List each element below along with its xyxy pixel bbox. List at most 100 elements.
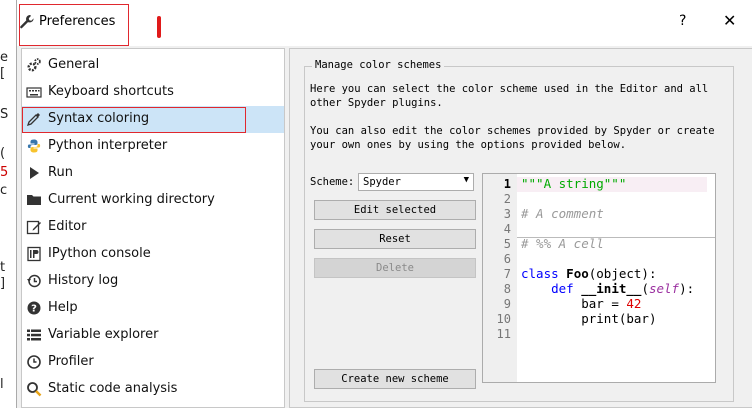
background-text: c: [0, 183, 8, 198]
search-icon: [27, 382, 42, 397]
background-text: t: [0, 260, 6, 275]
line-number: 1: [503, 177, 511, 191]
settings-panel: Manage color schemes Here you can select…: [289, 48, 752, 408]
help-button[interactable]: ?: [679, 13, 686, 29]
sidebar-item-label: Current working directory: [48, 192, 215, 207]
sidebar-item-label: History log: [48, 273, 119, 288]
code-text: (: [641, 281, 649, 296]
description-line: You can also edit the color schemes prov…: [310, 125, 715, 137]
sidebar-item-keyboard-shortcuts[interactable]: Keyboard shortcuts: [22, 79, 284, 106]
play-icon: [30, 167, 39, 179]
background-text: 5: [0, 165, 9, 180]
scheme-label: Scheme:: [310, 176, 355, 188]
annotation-box: [22, 107, 246, 133]
code-line: bar = 42: [521, 296, 641, 311]
create-new-scheme-button[interactable]: Create new scheme: [314, 369, 476, 389]
ipython-icon: [27, 246, 41, 262]
line-number: 11: [496, 327, 511, 341]
close-button[interactable]: ✕: [723, 11, 736, 30]
background-text: S: [0, 107, 9, 122]
annotation-mark-1: [157, 16, 161, 38]
sidebar-item-history-log[interactable]: History log: [22, 268, 284, 295]
background-text: ]: [0, 276, 6, 291]
code-class-name: Foo: [566, 266, 589, 281]
line-number: 8: [503, 282, 511, 296]
code-string: """A string""": [521, 176, 627, 191]
code-comment: # A comment: [521, 206, 604, 221]
sidebar-item-label: Static code analysis: [48, 381, 178, 396]
code-self: self: [648, 281, 680, 296]
background-text: e: [0, 50, 8, 65]
sidebar-item-current-working-directory[interactable]: Current working directory: [22, 187, 284, 214]
delete-button[interactable]: Delete: [314, 258, 476, 278]
group-title: Manage color schemes: [312, 59, 445, 71]
sidebar-item-label: Keyboard shortcuts: [48, 84, 174, 99]
svg-text:?: ?: [31, 304, 37, 315]
code-text: bar =: [581, 296, 627, 311]
history-icon: [27, 274, 41, 288]
gear-icon: [27, 58, 41, 72]
sidebar-item-general[interactable]: General: [22, 52, 284, 79]
preferences-dialog: Preferences ? ✕ General Keyboard shortcu…: [16, 0, 752, 408]
code-comment: # %% A cell: [521, 236, 604, 251]
chevron-down-icon: ▼: [463, 175, 469, 185]
sidebar-item-label: Run: [48, 165, 73, 180]
code-line: class Foo(object):: [521, 266, 656, 281]
sidebar-item-run[interactable]: Run: [22, 160, 284, 187]
code-keyword: def: [551, 281, 574, 296]
python-icon: [27, 139, 41, 153]
edit-selected-button[interactable]: Edit selected: [314, 200, 476, 220]
scheme-select[interactable]: Spyder ▼: [358, 173, 474, 191]
description-line: your own ones by using the options provi…: [310, 139, 627, 151]
code-line: # A comment: [521, 206, 604, 221]
background-text: [: [0, 66, 6, 81]
line-number: 5: [503, 237, 511, 251]
background-text: (: [0, 146, 6, 161]
sidebar-item-variable-explorer[interactable]: Variable explorer: [22, 322, 284, 349]
sidebar-item-label: Variable explorer: [48, 327, 159, 342]
scheme-select-value: Spyder: [363, 176, 401, 188]
code-text: (object):: [588, 266, 657, 281]
line-number: 7: [503, 267, 511, 281]
sidebar-item-python-interpreter[interactable]: Python interpreter: [22, 133, 284, 160]
sidebar-item-editor[interactable]: Editor: [22, 214, 284, 241]
sidebar-item-help[interactable]: ? Help: [22, 295, 284, 322]
line-number: 2: [503, 192, 511, 206]
line-number: 9: [503, 297, 511, 311]
code-text: print(bar): [581, 311, 657, 326]
line-number: 6: [503, 252, 511, 266]
line-number: 3: [503, 207, 511, 221]
background-text: l: [0, 377, 4, 392]
title-bar[interactable]: Preferences ? ✕: [17, 0, 752, 46]
code-function-name: __init__: [581, 281, 642, 296]
description-line: other Spyder plugins.: [310, 97, 443, 109]
code-preview-editor[interactable]: 1 2 3 4 5 6 7 8 9 10 11 """A string""" #…: [482, 173, 716, 383]
sidebar-item-label: IPython console: [48, 246, 151, 261]
sidebar-item-ipython-console[interactable]: IPython console: [22, 241, 284, 268]
settings-sidebar: General Keyboard shortcuts Syntax colori…: [21, 48, 285, 408]
code-line: def __init__(self):: [521, 281, 694, 296]
description-paragraph: You can also edit the color schemes prov…: [310, 124, 730, 152]
line-number: 10: [496, 312, 511, 326]
sidebar-item-label: General: [48, 57, 100, 72]
sidebar-item-label: Editor: [48, 219, 87, 234]
code-line: # %% A cell: [521, 236, 604, 251]
folder-icon: [27, 195, 41, 205]
sidebar-item-label: Help: [48, 300, 78, 315]
background-window-edge: e [ S ( 5 c t ] l: [0, 0, 16, 408]
sidebar-item-label: Python interpreter: [48, 138, 168, 153]
help-icon: ?: [27, 301, 41, 315]
code-keyword: class: [521, 266, 559, 281]
code-line: """A string""": [521, 176, 626, 191]
edit-icon: [26, 220, 41, 235]
code-text: ):: [679, 281, 695, 296]
sidebar-item-profiler[interactable]: Profiler: [22, 349, 284, 376]
keyboard-icon: [26, 87, 42, 98]
description-paragraph: Here you can select the color scheme use…: [310, 82, 730, 110]
clock-icon: [27, 355, 41, 369]
code-number: 42: [626, 296, 642, 311]
list-icon: [27, 329, 41, 341]
annotation-box: [19, 4, 129, 46]
sidebar-item-static-code-analysis[interactable]: Static code analysis: [22, 376, 284, 403]
reset-button[interactable]: Reset: [314, 229, 476, 249]
